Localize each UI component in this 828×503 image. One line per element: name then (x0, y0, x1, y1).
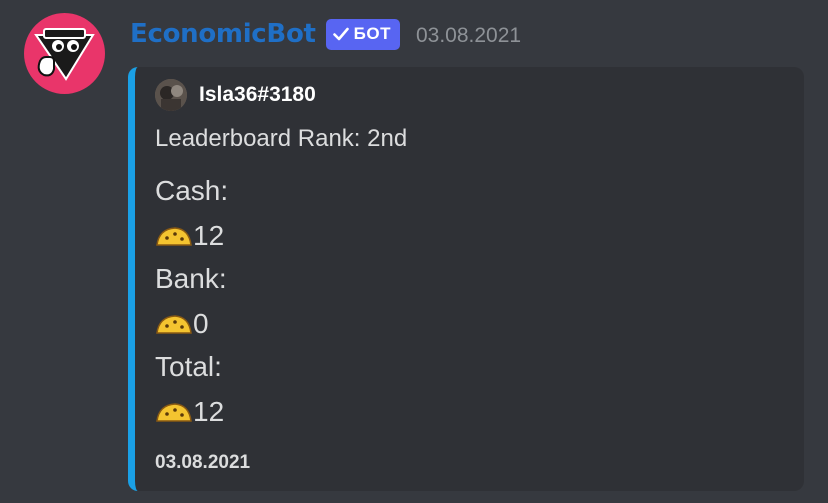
message-timestamp[interactable]: 03.08.2021 (416, 24, 521, 48)
total-value: 12 (155, 396, 224, 428)
bot-avatar[interactable] (24, 13, 105, 94)
cash-label: Cash: (155, 175, 229, 206)
taco-coin-icon (156, 227, 192, 246)
chat-message: EconomicBot БОТ 03.08.2021 Isla36#3180 L… (0, 0, 828, 503)
leaderboard-rank: Leaderboard Rank: 2nd (155, 125, 408, 152)
cash-amount: 12 (193, 220, 225, 251)
rich-embed: Isla36#3180 Leaderboard Rank: 2nd Cash: … (128, 67, 804, 491)
total-label: Total: (155, 351, 222, 382)
embed-author-name[interactable]: Isla36#3180 (199, 83, 316, 107)
message-header: EconomicBot БОТ 03.08.2021 (130, 14, 521, 54)
bank-label: Bank: (155, 263, 227, 294)
bank-value: 0 (155, 308, 209, 340)
taco-coin-icon (156, 403, 192, 422)
embed-footer-date: 03.08.2021 (155, 452, 251, 473)
bot-tag: БОТ (325, 18, 400, 50)
bot-tag-label: БОТ (353, 24, 391, 43)
checkmark-icon (332, 27, 349, 41)
author-username[interactable]: EconomicBot (130, 19, 316, 49)
embed-author: Isla36#3180 (155, 79, 316, 111)
bot-avatar-icon (34, 28, 95, 81)
total-amount: 12 (193, 396, 225, 427)
bank-amount: 0 (193, 308, 209, 339)
embed-author-avatar[interactable] (155, 79, 187, 111)
taco-coin-icon (156, 315, 192, 334)
cash-value: 12 (155, 220, 224, 252)
